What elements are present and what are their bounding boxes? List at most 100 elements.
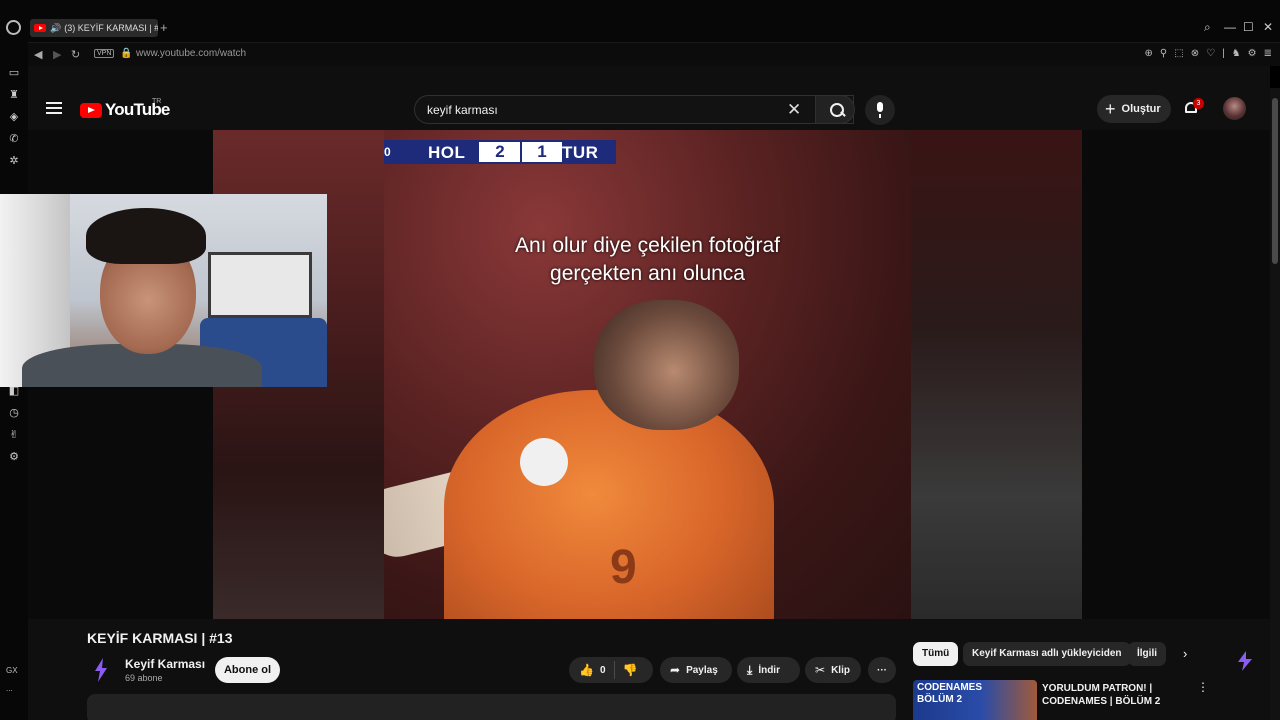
channel-avatar[interactable]	[87, 656, 115, 684]
separator-icon: |	[1222, 48, 1225, 59]
hands-icon[interactable]: ✌	[7, 428, 21, 442]
minimize-icon[interactable]: —	[1224, 20, 1236, 34]
vpn-badge[interactable]: VPN	[94, 49, 115, 58]
thumbnail-text: CODENAMES BÖLÜM 2	[917, 682, 982, 706]
webcam-person-hair	[86, 208, 206, 264]
youtube-play-icon	[80, 102, 102, 118]
cat-icon[interactable]: ♞	[1232, 48, 1241, 59]
discord-icon[interactable]: ◈	[7, 110, 21, 124]
user-avatar[interactable]	[1223, 97, 1246, 120]
settings-icon[interactable]: ⚙	[7, 450, 21, 464]
clear-search-icon[interactable]: ✕	[787, 100, 801, 120]
share-button[interactable]: ➦ Paylaş	[660, 657, 732, 683]
scissors-icon: ✂	[815, 663, 826, 677]
player-head	[594, 300, 739, 430]
create-button[interactable]: + Oluştur	[1097, 95, 1171, 123]
whatsapp-icon[interactable]: ✆	[7, 132, 21, 146]
lock-icon[interactable]: 🔒	[120, 48, 132, 59]
browser-search-icon[interactable]: ⌕	[1204, 20, 1211, 35]
like-icon[interactable]: 👍	[579, 663, 594, 677]
pin-icon[interactable]: ⚲	[1160, 48, 1167, 59]
star-icon[interactable]: ✲	[7, 154, 21, 168]
search-button[interactable]	[815, 95, 855, 124]
webcam-wall-frame	[208, 252, 312, 318]
clock-icon[interactable]: ◷	[7, 406, 21, 420]
page-scrollbar[interactable]	[1270, 88, 1280, 720]
video-caption: Anı olur diye çekilen fotoğraf gerçekten…	[384, 232, 911, 288]
download-icon: ⤓	[747, 662, 753, 677]
chip-all[interactable]: Tümü	[913, 642, 959, 666]
plus-icon: +	[1105, 99, 1116, 119]
video-title: KEYİF KARMASI | #13	[87, 630, 233, 646]
thumbnail-line-2: BÖLÜM 2	[917, 694, 962, 705]
notification-count-badge: 3	[1193, 98, 1204, 109]
caption-line-2: gerçekten anı olunca	[550, 262, 745, 285]
dislike-icon[interactable]: 👎	[623, 663, 638, 677]
orange-jersey	[444, 390, 774, 619]
jersey-number: 9	[610, 541, 637, 594]
youtube-page: YouTube TR keyif karması ✕ + Oluştur 3 9…	[28, 66, 1270, 720]
download-label: İndir	[758, 664, 780, 676]
channel-name[interactable]: Keyif Karması	[125, 657, 205, 671]
recommendation-more-icon[interactable]: ⋮	[1197, 680, 1209, 694]
back-icon[interactable]: ◀	[34, 48, 42, 61]
tab-title: (3) KEYİF KARMASI | #	[64, 23, 158, 33]
screenshot-icon[interactable]: ⬚	[1174, 48, 1183, 59]
browser-logo-icon[interactable]	[6, 20, 21, 35]
gx-label[interactable]: GX	[6, 666, 18, 675]
like-count[interactable]: 0	[600, 665, 606, 676]
chevron-right-icon[interactable]: ›	[1183, 646, 1187, 661]
team-right: TUR	[562, 143, 599, 162]
scrollbar-thumb[interactable]	[1272, 98, 1278, 264]
zoom-icon[interactable]: ⊕	[1145, 48, 1153, 59]
extension-icon[interactable]: ⊗	[1191, 48, 1199, 59]
recommendation-title-line-1: YORULDUM PATRON! |	[1042, 683, 1153, 694]
browser-tab[interactable]: 🔊 (3) KEYİF KARMASI | #	[30, 19, 158, 37]
scoreboard-edge-marker: 0	[384, 145, 392, 159]
like-dislike-group: 👍 0 👎	[569, 657, 653, 683]
scoreboard: 0 HOL 2 1 TUR	[384, 140, 616, 164]
like-divider	[613, 661, 615, 679]
description-box[interactable]	[87, 694, 896, 720]
address-bar: ◀ ▶ ↻ VPN 🔒 www.youtube.com/watch ⊕ ⚲ ⬚ …	[28, 42, 1280, 66]
youtube-favicon-icon	[34, 24, 46, 32]
forward-icon[interactable]: ▶	[53, 48, 61, 61]
menu-list-icon[interactable]: ≣	[1264, 48, 1272, 59]
chip-from-uploader[interactable]: Keyif Karması adlı yükleyiciden	[963, 642, 1131, 666]
share-label: Paylaş	[686, 664, 718, 676]
search-input[interactable]: keyif karması ✕	[414, 95, 854, 124]
close-window-icon[interactable]: ✕	[1263, 20, 1273, 34]
score-right: 1	[520, 142, 562, 162]
gamepad-icon[interactable]: ▭	[7, 66, 21, 80]
score-left: 2	[479, 142, 521, 162]
subscribe-button[interactable]: Abone ol	[215, 657, 280, 683]
puzzle-icon[interactable]: ⚙	[1248, 48, 1257, 59]
browser-tab-bar: 🔊 (3) KEYİF KARMASI | # + ⌕ — ☐ ✕	[0, 0, 1280, 42]
clip-button[interactable]: ✂ Klip	[805, 657, 861, 683]
chip-related[interactable]: İlgili	[1128, 642, 1166, 666]
video-frame[interactable]: 9 0 HOL 2 1 TUR Anı olur diye çekilen fo…	[384, 130, 911, 619]
microphone-button[interactable]	[865, 95, 895, 125]
thumbnail-line-1: CODENAMES	[917, 682, 983, 693]
chess-icon[interactable]: ♜	[7, 88, 21, 102]
channel-watermark-icon[interactable]	[1234, 650, 1256, 672]
heart-icon[interactable]: ♡	[1206, 48, 1215, 59]
extension-icons: ⊕ ⚲ ⬚ ⊗ ♡ | ♞ ⚙ ≣	[1145, 48, 1272, 59]
sidebar-more-icon[interactable]: ...	[6, 684, 13, 693]
ambient-blur-right	[911, 130, 1082, 619]
recommendation-thumbnail[interactable]: CODENAMES BÖLÜM 2	[913, 680, 1037, 720]
euro-badge	[520, 438, 568, 486]
maximize-icon[interactable]: ☐	[1243, 20, 1254, 34]
download-button[interactable]: ⤓ İndir	[737, 657, 800, 683]
url-field[interactable]: www.youtube.com/watch	[136, 48, 246, 59]
reload-icon[interactable]: ↻	[71, 48, 80, 61]
search-value: keyif karması	[427, 103, 498, 117]
new-tab-icon[interactable]: +	[160, 20, 168, 35]
recommendation-title[interactable]: YORULDUM PATRON! | CODENAMES | BÖLÜM 2	[1042, 682, 1192, 708]
caption-line-1: Anı olur diye çekilen fotoğraf	[515, 234, 780, 257]
subscriber-count: 69 abone	[125, 673, 163, 683]
create-label: Oluştur	[1121, 103, 1161, 115]
hamburger-menu-icon[interactable]	[46, 102, 62, 114]
speaker-icon[interactable]: 🔊	[50, 23, 61, 34]
more-actions-button[interactable]: ···	[868, 657, 896, 683]
